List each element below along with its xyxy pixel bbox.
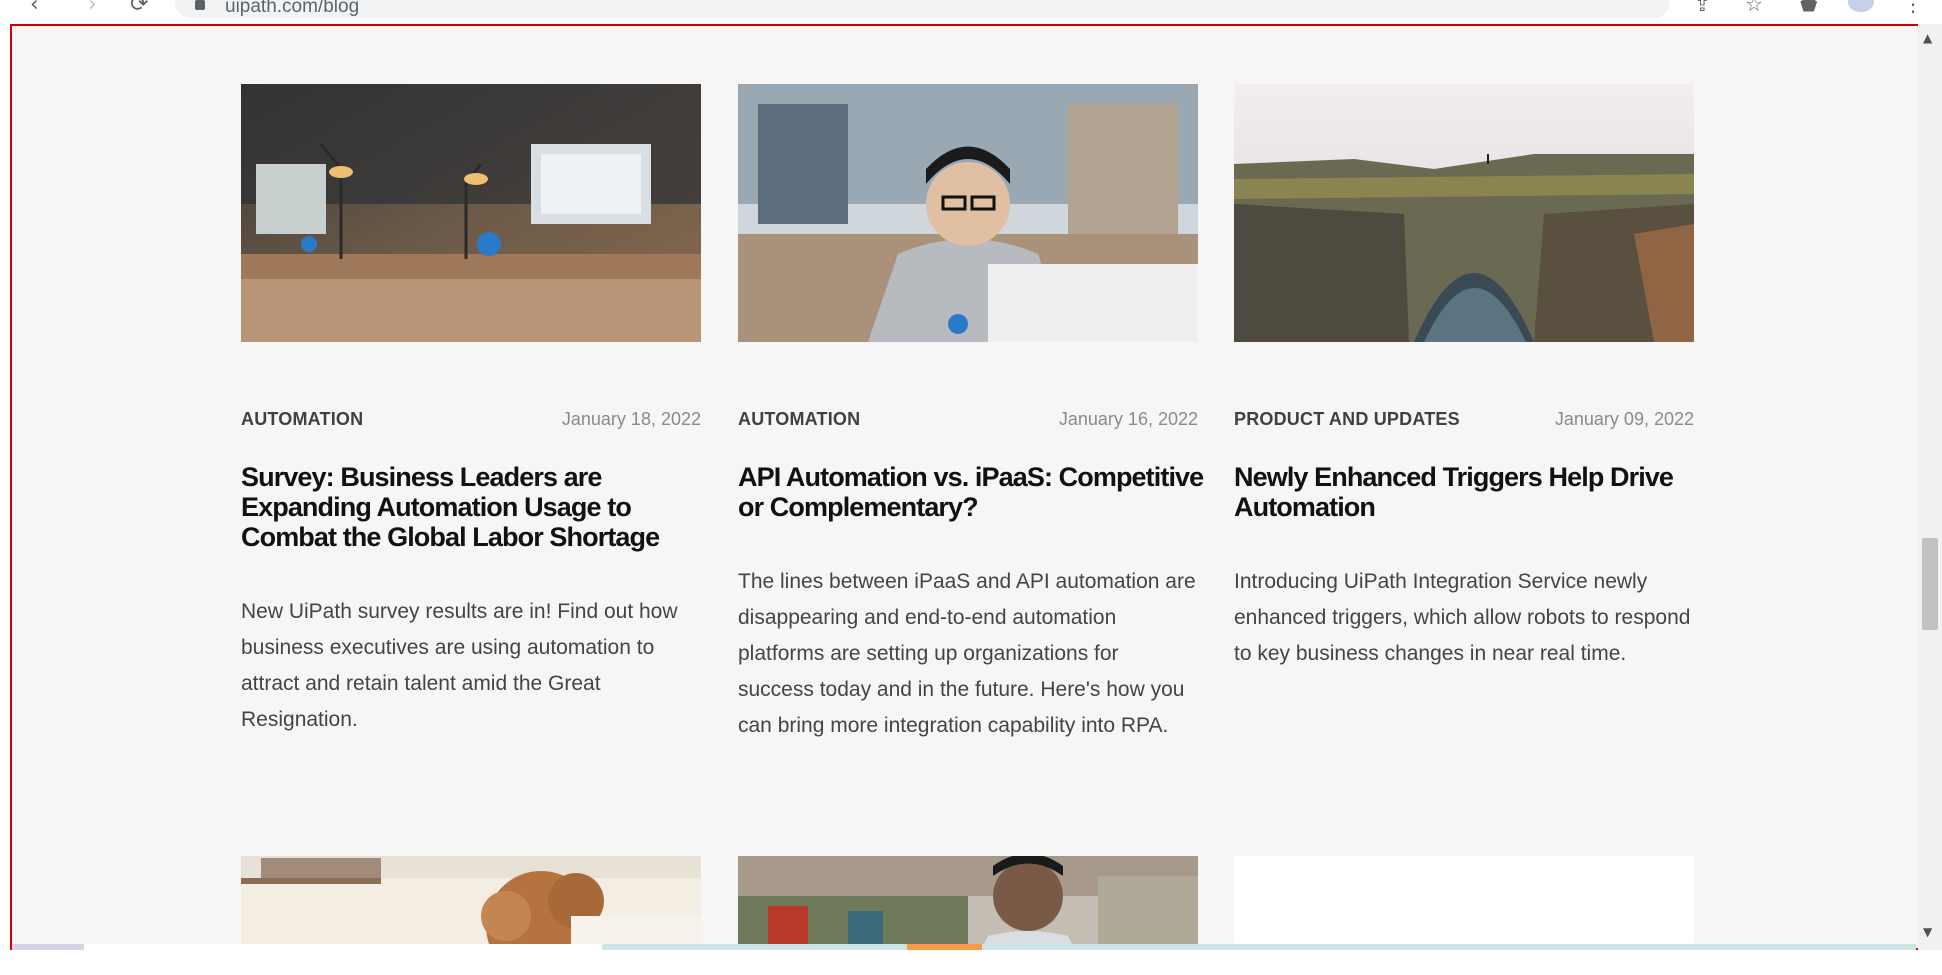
address-bar[interactable]: uipath.com/blog [175,0,1670,18]
menu-icon[interactable]: ⋮ [1903,0,1923,15]
card-image-cliff-arch[interactable] [1234,84,1694,342]
scroll-up-icon[interactable]: ▲ [1923,32,1932,44]
bookmark-star-icon[interactable]: ☆ [1745,0,1763,15]
post-title[interactable]: Survey: Business Leaders are Expanding A… [241,462,711,552]
strip-segment [12,944,84,950]
card-meta: AUTOMATION January 16, 2022 [738,409,1198,433]
browser-toolbar: ‹ › ⟳ uipath.com/blog ⇪ ☆ ⬟ ⋮ [0,0,1942,20]
card-image-man-in-warehouse[interactable] [738,856,1198,950]
card-image-office-desk[interactable] [241,84,701,342]
strip-segment [84,944,602,950]
lock-icon [195,0,205,10]
card-meta: PRODUCT AND UPDATES January 09, 2022 [1234,409,1694,433]
profile-avatar[interactable] [1848,0,1874,12]
post-excerpt: Introducing UiPath Integration Service n… [1234,570,1691,665]
blog-card[interactable]: AUTOMATION January 16, 2022 API Automati… [738,84,1204,864]
extensions-icon[interactable]: ⬟ [1800,0,1817,15]
post-title[interactable]: API Automation vs. iPaaS: Competitive or… [738,462,1208,522]
card-image-woman-curly-hair[interactable] [241,856,701,950]
card-image-man-at-laptop[interactable] [738,84,1198,342]
card-image-white-graphic[interactable] [1234,856,1694,950]
card-meta: AUTOMATION January 18, 2022 [241,409,701,433]
category-label[interactable]: PRODUCT AND UPDATES [1234,409,1460,430]
scroll-thumb[interactable] [1922,538,1938,630]
forward-icon[interactable]: › [88,0,97,16]
share-icon[interactable]: ⇪ [1694,0,1711,15]
post-excerpt: The lines between iPaaS and API automati… [738,570,1196,737]
back-icon[interactable]: ‹ [30,0,39,16]
page-scrollbar[interactable]: ▲ ▼ [1918,24,1942,950]
blog-card[interactable]: AUTOMATION January 18, 2022 Survey: Busi… [241,84,701,864]
scroll-down-icon[interactable]: ▼ [1923,926,1932,938]
page-viewport: AUTOMATION January 18, 2022 Survey: Busi… [10,24,1920,950]
post-title[interactable]: Newly Enhanced Triggers Help Drive Autom… [1234,462,1704,522]
post-date: January 09, 2022 [1554,409,1694,429]
post-date: January 18, 2022 [561,409,701,429]
post-date: January 16, 2022 [1058,409,1198,429]
strip-segment [907,944,982,950]
category-label[interactable]: AUTOMATION [241,409,363,430]
bottom-banner-strip [12,944,1916,950]
reload-icon[interactable]: ⟳ [130,0,148,16]
category-label[interactable]: AUTOMATION [738,409,860,430]
post-excerpt: New UiPath survey results are in! Find o… [241,600,678,731]
blog-card[interactable]: PRODUCT AND UPDATES January 09, 2022 New… [1234,84,1694,864]
url-text[interactable]: uipath.com/blog [225,0,359,18]
